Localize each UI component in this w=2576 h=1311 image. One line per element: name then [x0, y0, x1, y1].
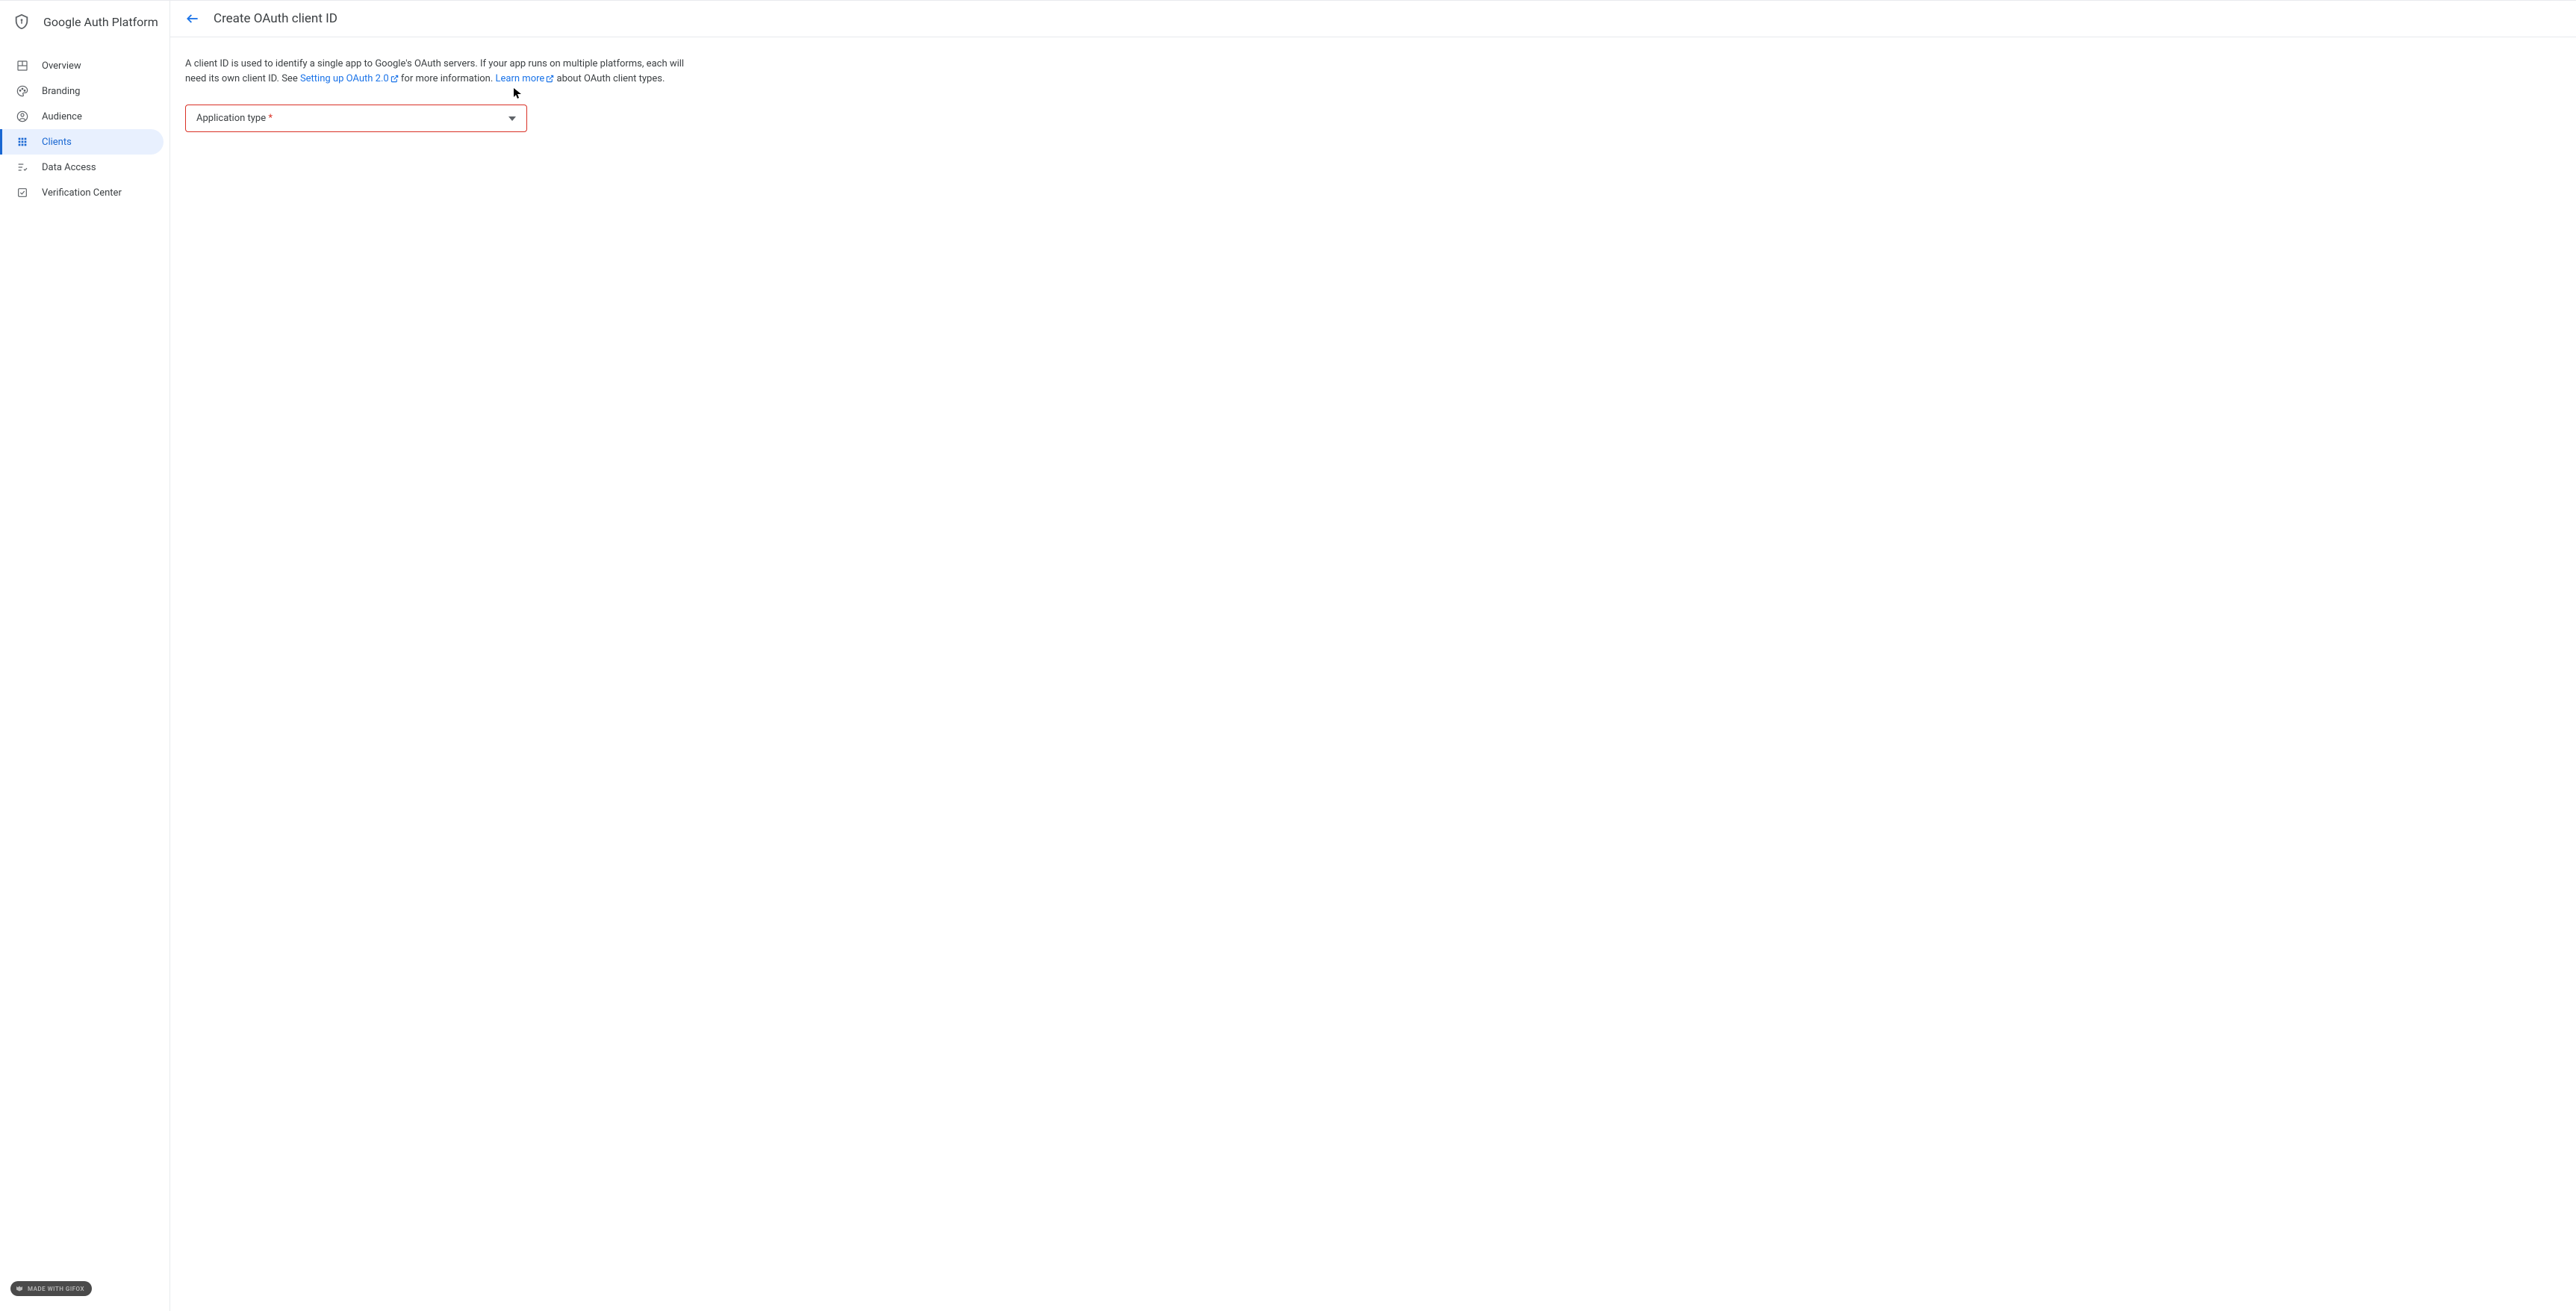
- gifox-badge: MADE WITH GIFOX: [10, 1281, 92, 1296]
- main: Create OAuth client ID A client ID is us…: [170, 1, 2576, 1311]
- shield-icon: [13, 13, 30, 31]
- description-text: A client ID is used to identify a single…: [185, 57, 693, 87]
- nav-label: Audience: [42, 111, 82, 122]
- dropdown-icon: [508, 116, 516, 121]
- nav-list: Overview Branding Audience: [0, 40, 169, 205]
- verify-icon: [16, 187, 28, 199]
- nav-label: Clients: [42, 137, 72, 148]
- application-type-select[interactable]: Application type *: [185, 105, 527, 132]
- external-link-icon: [391, 75, 399, 83]
- main-header: Create OAuth client ID: [170, 1, 2576, 37]
- content: A client ID is used to identify a single…: [170, 37, 708, 152]
- apps-icon: [16, 136, 28, 148]
- gifox-label: MADE WITH GIFOX: [28, 1286, 84, 1292]
- palette-icon: [16, 85, 28, 97]
- nav-label: Data Access: [42, 162, 96, 173]
- link-setting-up-oauth[interactable]: Setting up OAuth 2.0: [300, 73, 399, 84]
- nav-item-overview[interactable]: Overview: [0, 53, 164, 78]
- dashboard-icon: [16, 60, 28, 72]
- page-title: Create OAuth client ID: [214, 11, 337, 26]
- sidebar-header: Google Auth Platform: [0, 7, 169, 40]
- gifox-icon: [15, 1284, 24, 1293]
- external-link-icon: [546, 75, 554, 83]
- desc-part3: about OAuth client types.: [554, 73, 665, 84]
- nav-item-verification[interactable]: Verification Center: [0, 180, 164, 205]
- nav-item-audience[interactable]: Audience: [0, 104, 164, 129]
- list-check-icon: [16, 161, 28, 173]
- nav-label: Verification Center: [42, 187, 122, 199]
- link-learn-more[interactable]: Learn more: [496, 73, 555, 84]
- back-arrow-icon[interactable]: [185, 11, 200, 26]
- nav-item-branding[interactable]: Branding: [0, 78, 164, 104]
- select-label: Application type *: [196, 113, 273, 124]
- account-icon: [16, 110, 28, 122]
- nav-label: Branding: [42, 86, 80, 97]
- nav-item-data-access[interactable]: Data Access: [0, 155, 164, 180]
- sidebar-title: Google Auth Platform: [43, 15, 158, 29]
- desc-part2: for more information.: [399, 73, 496, 84]
- sidebar: Google Auth Platform Overview: [0, 1, 170, 1311]
- nav-item-clients[interactable]: Clients: [0, 129, 164, 155]
- nav-label: Overview: [42, 60, 81, 72]
